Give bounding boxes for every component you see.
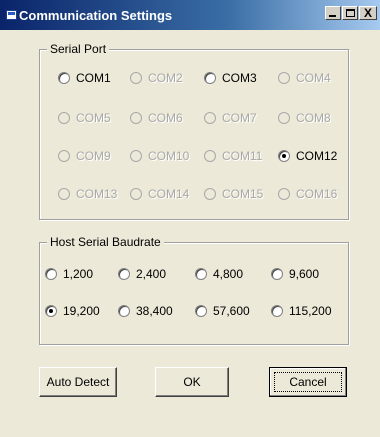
port-radio-com11: COM11 xyxy=(204,148,262,164)
window-title: Communication Settings xyxy=(19,8,173,23)
port-radio-com10: COM10 xyxy=(130,148,189,164)
baud-radio-1200[interactable]: 1,200 xyxy=(45,266,93,282)
port-radio-com12[interactable]: COM12 xyxy=(278,148,337,164)
maximize-button[interactable] xyxy=(342,6,358,20)
radio-label: COM5 xyxy=(76,111,111,125)
radio-label: 2,400 xyxy=(136,267,167,281)
port-radio-com8: COM8 xyxy=(278,110,331,126)
radio-button-icon xyxy=(195,305,207,317)
radio-button-icon xyxy=(130,72,142,84)
radio-button-icon xyxy=(278,112,290,124)
radio-label: 9,600 xyxy=(289,267,320,281)
radio-label: COM3 xyxy=(222,71,257,85)
minimize-icon xyxy=(329,15,336,17)
radio-button-icon xyxy=(58,150,70,162)
minimize-button[interactable] xyxy=(325,6,341,20)
port-radio-com4: COM4 xyxy=(278,70,331,86)
port-radio-com9: COM9 xyxy=(58,148,111,164)
cancel-button[interactable]: Cancel xyxy=(269,367,347,397)
radio-label: 57,600 xyxy=(213,304,250,318)
radio-button-icon xyxy=(118,305,130,317)
radio-label: COM1 xyxy=(76,71,111,85)
radio-label: COM6 xyxy=(148,111,183,125)
port-radio-com2: COM2 xyxy=(130,70,183,86)
port-radio-com13: COM13 xyxy=(58,186,117,202)
ok-button[interactable]: OK xyxy=(155,367,229,397)
radio-button-icon xyxy=(204,72,216,84)
auto-detect-button[interactable]: Auto Detect xyxy=(39,367,117,397)
serial-port-group-title: Serial Port xyxy=(47,42,110,56)
port-radio-com3[interactable]: COM3 xyxy=(204,70,257,86)
radio-button-icon xyxy=(45,305,57,317)
radio-button-icon xyxy=(58,72,70,84)
radio-label: 4,800 xyxy=(213,267,244,281)
title-bar[interactable]: Communication Settings X xyxy=(0,0,380,30)
baud-radio-57600[interactable]: 57,600 xyxy=(195,303,250,319)
radio-label: 38,400 xyxy=(136,304,173,318)
baudrate-group-frame xyxy=(39,242,349,345)
port-radio-com16: COM16 xyxy=(278,186,337,202)
radio-button-icon xyxy=(278,188,290,200)
radio-label: COM15 xyxy=(222,187,264,201)
radio-label: COM9 xyxy=(76,149,111,163)
radio-label: COM14 xyxy=(148,187,190,201)
port-radio-com1[interactable]: COM1 xyxy=(58,70,111,86)
radio-label: COM13 xyxy=(76,187,118,201)
radio-button-icon xyxy=(278,150,290,162)
radio-button-icon xyxy=(130,188,142,200)
communication-settings-dialog: Communication Settings X Serial Port Hos… xyxy=(0,0,380,437)
radio-button-icon xyxy=(271,268,283,280)
baud-radio-9600[interactable]: 9,600 xyxy=(271,266,319,282)
focus-indicator xyxy=(274,372,342,392)
radio-button-icon xyxy=(58,112,70,124)
port-radio-com5: COM5 xyxy=(58,110,111,126)
radio-label: 1,200 xyxy=(63,267,94,281)
radio-label: COM12 xyxy=(296,149,338,163)
baud-radio-115200[interactable]: 115,200 xyxy=(271,303,332,319)
radio-button-icon xyxy=(130,112,142,124)
app-icon[interactable] xyxy=(6,10,17,20)
radio-button-icon xyxy=(58,188,70,200)
radio-button-icon xyxy=(118,268,130,280)
port-radio-com6: COM6 xyxy=(130,110,183,126)
radio-label: COM4 xyxy=(296,71,331,85)
radio-label: COM11 xyxy=(222,149,263,163)
radio-button-icon xyxy=(204,188,216,200)
baud-radio-2400[interactable]: 2,400 xyxy=(118,266,166,282)
radio-button-icon xyxy=(195,268,207,280)
port-radio-com15: COM15 xyxy=(204,186,263,202)
baud-radio-19200[interactable]: 19,200 xyxy=(45,303,100,319)
radio-button-icon xyxy=(204,150,216,162)
radio-label: 19,200 xyxy=(63,304,100,318)
radio-label: COM7 xyxy=(222,111,257,125)
maximize-icon xyxy=(346,9,355,17)
port-radio-com14: COM14 xyxy=(130,186,189,202)
radio-label: COM16 xyxy=(296,187,338,201)
baud-radio-38400[interactable]: 38,400 xyxy=(118,303,173,319)
port-radio-com7: COM7 xyxy=(204,110,257,126)
baudrate-group-title: Host Serial Baudrate xyxy=(47,235,164,249)
baud-radio-4800[interactable]: 4,800 xyxy=(195,266,243,282)
close-button[interactable]: X xyxy=(359,6,377,20)
close-icon: X xyxy=(363,6,372,20)
radio-label: COM8 xyxy=(296,111,331,125)
radio-label: 115,200 xyxy=(289,304,332,318)
radio-button-icon xyxy=(278,72,290,84)
baudrate-group: Host Serial Baudrate xyxy=(39,235,349,345)
radio-button-icon xyxy=(45,268,57,280)
radio-button-icon xyxy=(130,150,142,162)
radio-label: COM10 xyxy=(148,149,190,163)
radio-button-icon xyxy=(271,305,283,317)
radio-button-icon xyxy=(204,112,216,124)
radio-label: COM2 xyxy=(148,71,183,85)
